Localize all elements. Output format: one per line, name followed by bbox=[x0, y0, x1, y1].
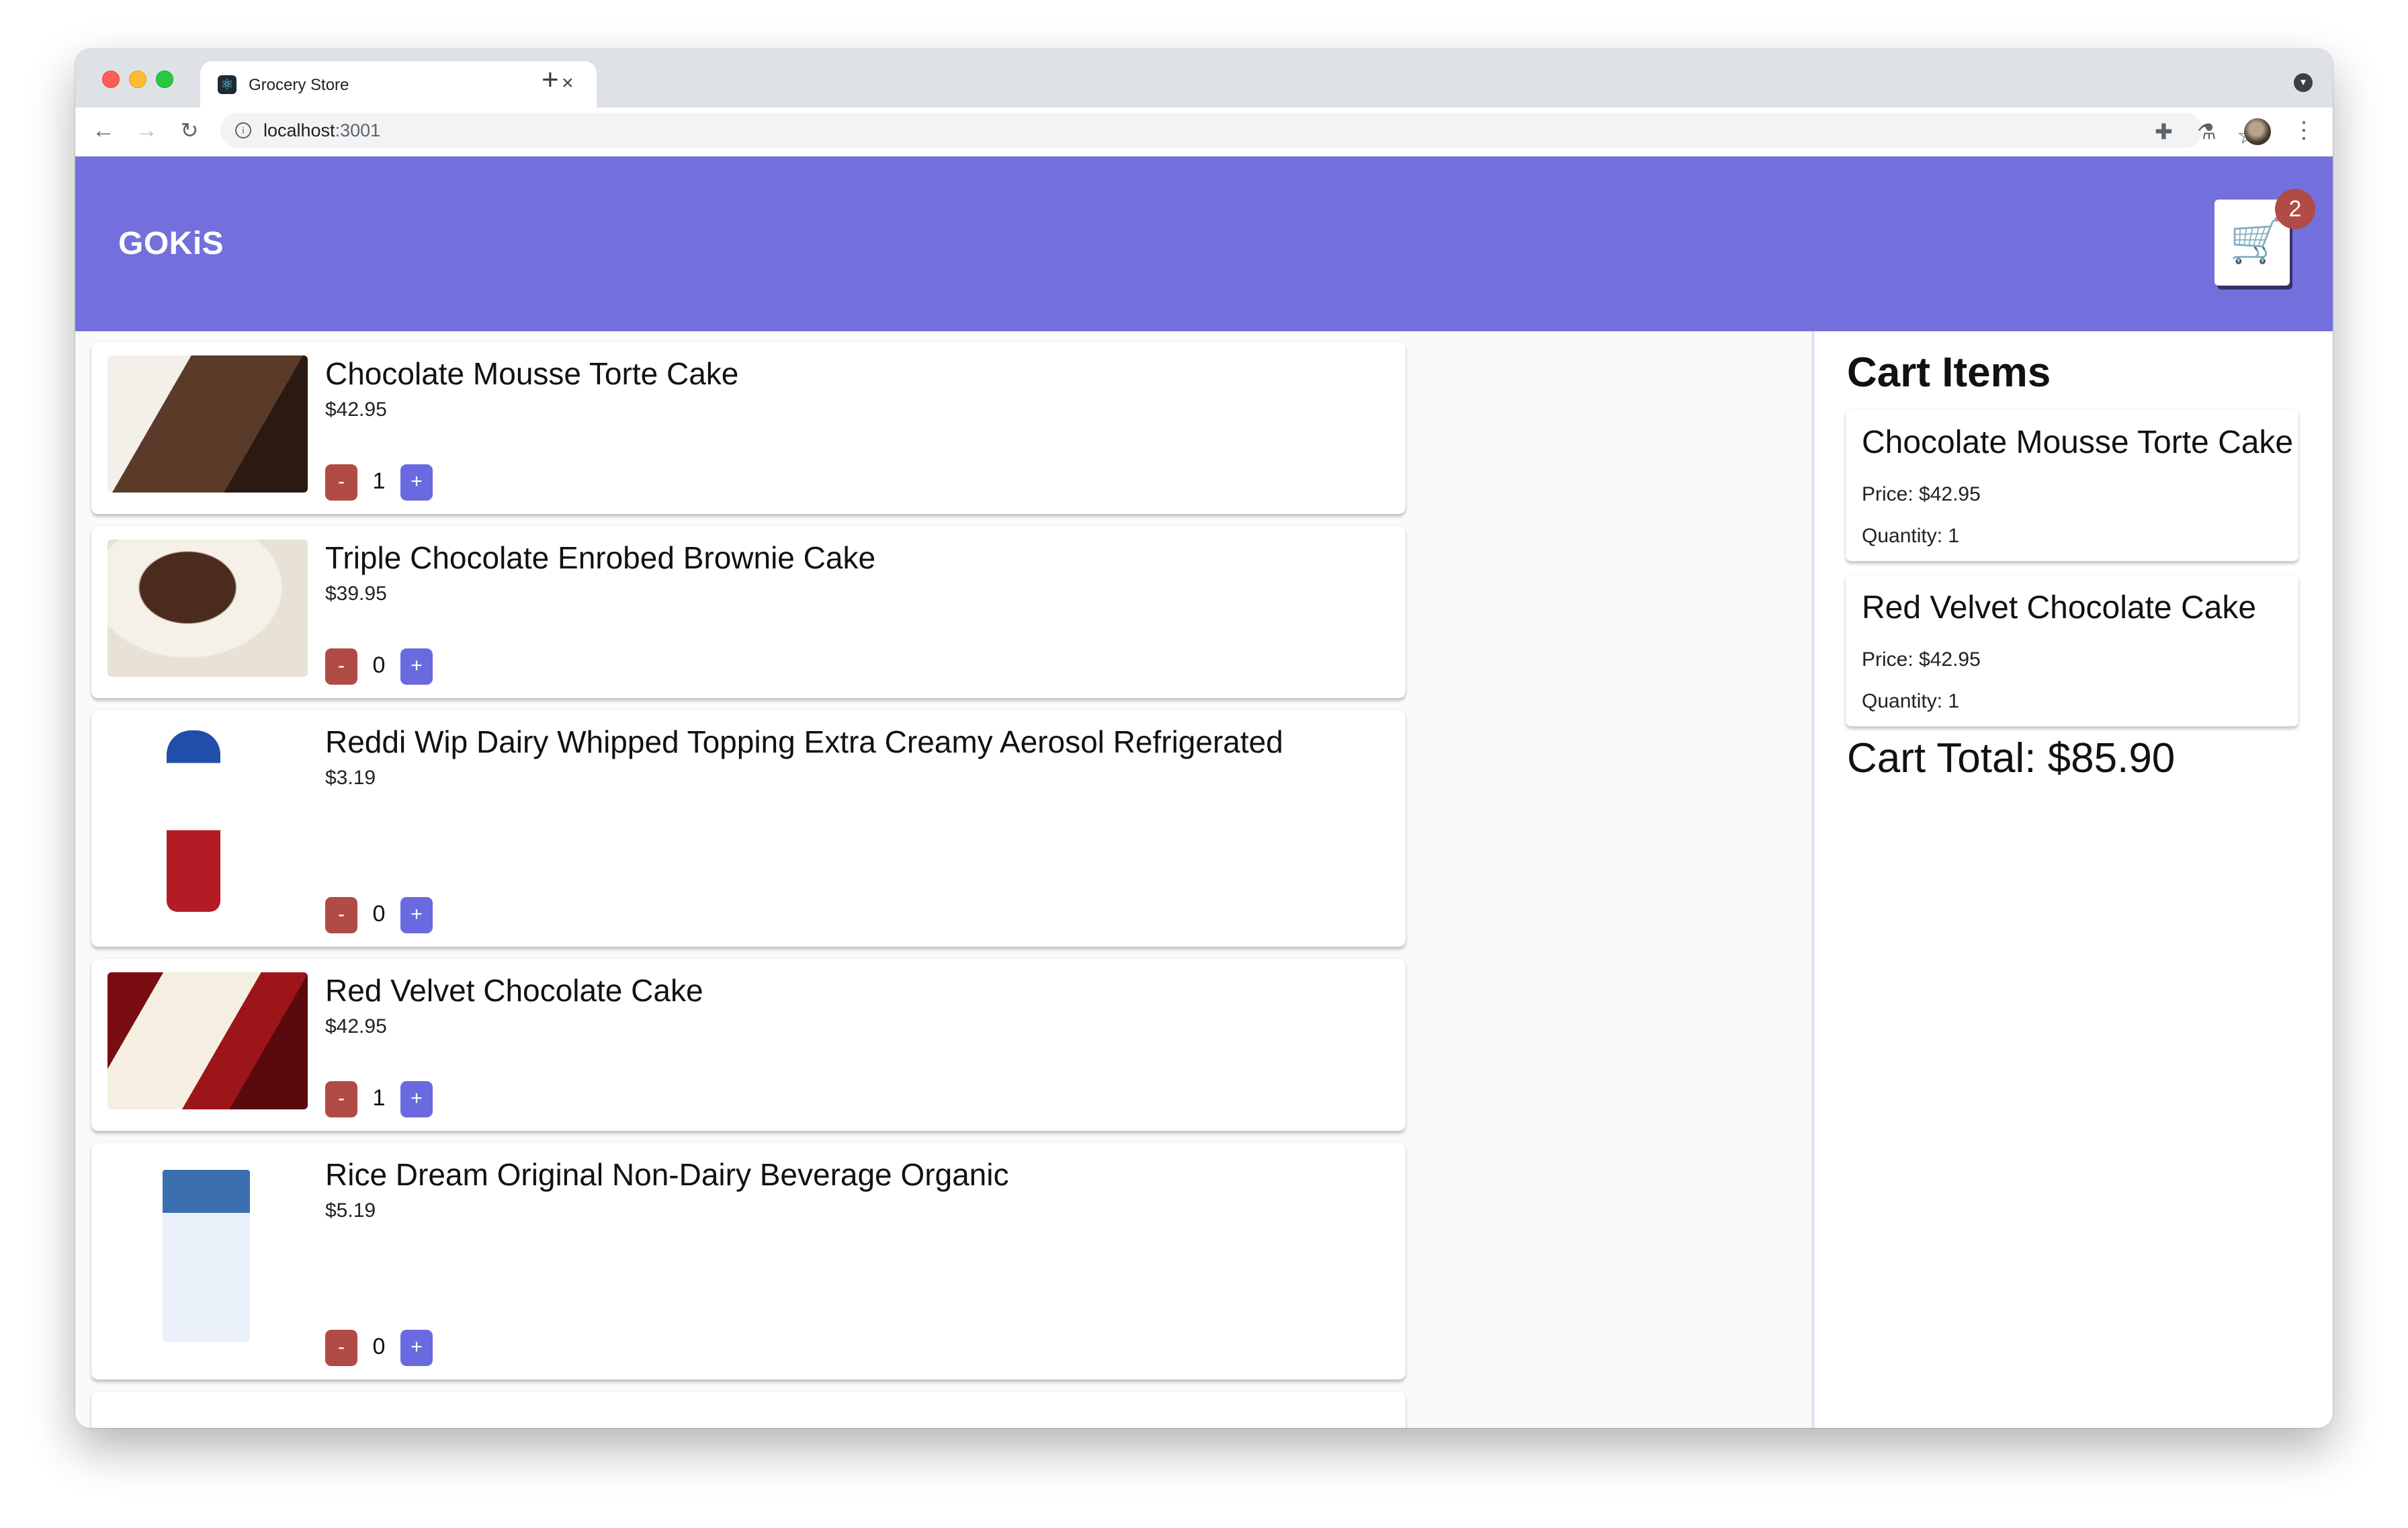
decrement-button[interactable]: - bbox=[325, 648, 357, 685]
react-favicon-icon: ⚛ bbox=[218, 75, 236, 94]
cart-item-name: Red Velvet Chocolate Cake bbox=[1862, 590, 2257, 626]
profile-avatar[interactable] bbox=[2244, 118, 2271, 145]
url-host: localhost bbox=[263, 120, 335, 140]
increment-button[interactable]: + bbox=[400, 897, 433, 933]
shopping-cart-icon: 🛒 bbox=[2229, 216, 2283, 265]
cart-count-badge: 2 bbox=[2275, 189, 2315, 229]
quantity-value: 0 bbox=[372, 1334, 386, 1359]
cart-item-name: Chocolate Mousse Torte Cake bbox=[1862, 425, 2294, 460]
decrement-button[interactable]: - bbox=[325, 1330, 357, 1366]
cart-total: Cart Total: $85.90 bbox=[1847, 735, 2176, 781]
browser-toolbar: ← → ↻ i localhost:3001 ☆ ✚ ⚗ ⋮ bbox=[75, 108, 2333, 157]
cart-item-price: Price: $42.95 bbox=[1862, 483, 1981, 505]
product-price: $42.95 bbox=[325, 1015, 387, 1037]
decrement-button[interactable]: - bbox=[325, 1081, 357, 1117]
kebab-menu-icon[interactable]: ⋮ bbox=[2292, 117, 2315, 144]
cart-heading: Cart Items bbox=[1847, 349, 2051, 396]
cart-item-quantity: Quantity: 1 bbox=[1862, 525, 1960, 547]
labs-flask-icon[interactable]: ⚗ bbox=[2197, 118, 2217, 145]
url-port: :3001 bbox=[335, 120, 381, 140]
product-card bbox=[91, 1392, 1406, 1428]
cart-item-price: Price: $42.95 bbox=[1862, 648, 1981, 671]
decrement-button[interactable]: - bbox=[325, 464, 357, 501]
quantity-value: 1 bbox=[372, 468, 386, 494]
quantity-value: 0 bbox=[372, 652, 386, 678]
app-header: GOKiS 🛒 2 bbox=[75, 157, 2333, 331]
tab-close-icon[interactable]: × bbox=[562, 72, 574, 95]
product-price: $5.19 bbox=[325, 1199, 376, 1222]
browser-tab[interactable]: ⚛ Grocery Store × bbox=[200, 61, 597, 108]
increment-button[interactable]: + bbox=[400, 1081, 433, 1117]
tab-search-icon[interactable]: ▾ bbox=[2294, 73, 2313, 92]
zoom-window-button[interactable] bbox=[156, 71, 173, 88]
product-card: Chocolate Mousse Torte Cake $42.95 - 1 + bbox=[91, 342, 1406, 514]
product-card: Red Velvet Chocolate Cake $42.95 - 1 + bbox=[91, 959, 1406, 1131]
product-list: Chocolate Mousse Torte Cake $42.95 - 1 +… bbox=[91, 342, 1406, 1428]
app-page: GOKiS 🛒 2 Chocolate Mousse Torte Cake $4… bbox=[75, 157, 2333, 1428]
cart-item: Red Velvet Chocolate Cake Price: $42.95 … bbox=[1846, 575, 2298, 726]
forward-icon[interactable]: → bbox=[132, 116, 161, 145]
product-image bbox=[167, 730, 220, 912]
product-price: $39.95 bbox=[325, 583, 387, 605]
brand-logo[interactable]: GOKiS bbox=[118, 225, 224, 262]
quantity-value: 1 bbox=[372, 1085, 386, 1111]
product-price: $42.95 bbox=[325, 398, 387, 421]
product-name: Reddi Wip Dairy Whipped Topping Extra Cr… bbox=[325, 724, 1283, 759]
url-text[interactable]: localhost:3001 bbox=[263, 120, 380, 141]
reload-icon[interactable]: ↻ bbox=[175, 116, 204, 145]
cart-item-quantity: Quantity: 1 bbox=[1862, 690, 1960, 712]
product-image bbox=[108, 540, 308, 677]
cart-item: Chocolate Mousse Torte Cake Price: $42.9… bbox=[1846, 409, 2298, 561]
browser-window: ⚛ Grocery Store × + ▾ ← → ↻ i localhost:… bbox=[75, 49, 2333, 1428]
product-image bbox=[163, 1170, 250, 1342]
product-image bbox=[108, 355, 308, 493]
tab-title: Grocery Store bbox=[249, 76, 349, 94]
close-window-button[interactable] bbox=[102, 71, 120, 88]
cart-panel: Cart Items Chocolate Mousse Torte Cake P… bbox=[1811, 331, 2333, 1428]
tab-strip: ⚛ Grocery Store × + ▾ bbox=[75, 49, 2333, 108]
back-icon[interactable]: ← bbox=[89, 116, 118, 145]
decrement-button[interactable]: - bbox=[325, 897, 357, 933]
product-price: $3.19 bbox=[325, 767, 376, 789]
product-image bbox=[108, 972, 308, 1109]
address-bar[interactable]: i localhost:3001 ☆ bbox=[220, 113, 2258, 149]
increment-button[interactable]: + bbox=[400, 1330, 433, 1366]
product-card: Reddi Wip Dairy Whipped Topping Extra Cr… bbox=[91, 710, 1406, 947]
increment-button[interactable]: + bbox=[400, 464, 433, 501]
product-name: Chocolate Mousse Torte Cake bbox=[325, 356, 739, 391]
new-tab-button[interactable]: + bbox=[542, 65, 559, 95]
product-name: Triple Chocolate Enrobed Brownie Cake bbox=[325, 540, 876, 575]
extensions-puzzle-icon[interactable]: ✚ bbox=[2155, 118, 2173, 145]
product-card: Rice Dream Original Non-Dairy Beverage O… bbox=[91, 1143, 1406, 1380]
increment-button[interactable]: + bbox=[400, 648, 433, 685]
info-icon[interactable]: i bbox=[235, 122, 251, 138]
minimize-window-button[interactable] bbox=[129, 71, 146, 88]
product-card: Triple Chocolate Enrobed Brownie Cake $3… bbox=[91, 526, 1406, 698]
product-name: Rice Dream Original Non-Dairy Beverage O… bbox=[325, 1157, 1009, 1192]
product-name: Red Velvet Chocolate Cake bbox=[325, 973, 703, 1008]
quantity-value: 0 bbox=[372, 901, 386, 927]
